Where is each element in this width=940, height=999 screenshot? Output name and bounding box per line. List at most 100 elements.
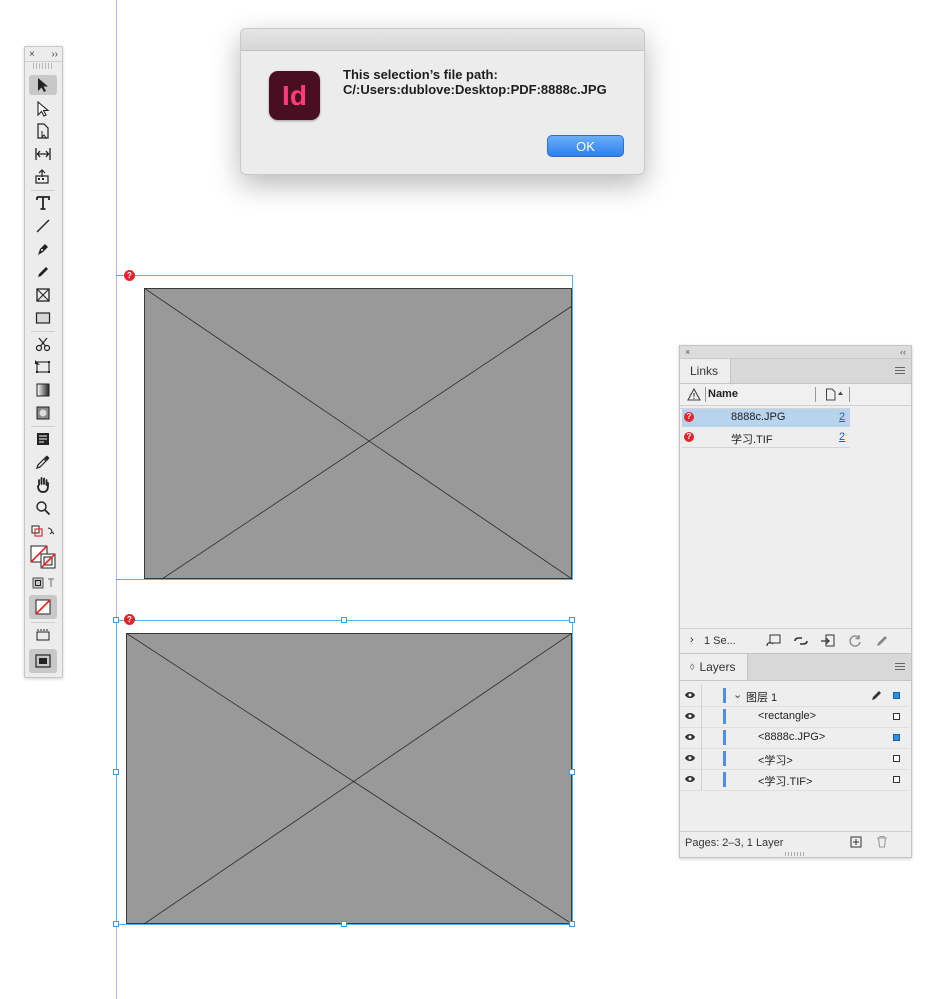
link-row[interactable]: ? 8888c.JPG 2 [682,408,850,427]
tab-layers[interactable]: ◊ Layers [680,654,749,680]
layers-footer: Pages: 2–3, 1 Layer [680,831,911,854]
resize-handle[interactable] [341,921,347,927]
resize-handle[interactable] [113,769,119,775]
hand-tool-icon[interactable] [29,475,57,495]
object-name: <8888c.JPG> [758,731,826,743]
tab-links[interactable]: Links [680,359,732,383]
visibility-eye-icon[interactable] [684,774,696,784]
link-row[interactable]: ? 学习.TIF 2 [682,428,850,448]
column-divider [815,387,816,402]
layers-list: ⌄ 图层 1 <rectangle> <8888c.JPG> <学习> <学习.… [680,681,911,831]
links-panel-menu-icon[interactable] [895,367,905,375]
file-path-alert-dialog: Id This selection’s file path: C/:Users:… [240,28,645,175]
toolbar-close-icon[interactable]: × [29,49,35,60]
ok-button[interactable]: OK [547,135,624,157]
layers-panel-menu-icon[interactable] [895,663,905,671]
layer-row[interactable]: <rectangle> [680,706,909,728]
links-column-header: Name [680,384,911,406]
frame-placeholder-cross [144,288,572,579]
layer-expand-chevron-icon[interactable]: ⌄ [733,688,742,701]
pencil-tool-icon[interactable] [29,262,57,282]
missing-link-glyph: ? [127,270,132,280]
pen-edit-icon [872,691,881,700]
layer-row[interactable]: ⌄ 图层 1 [680,685,909,707]
dialog-title-bar[interactable] [241,29,644,51]
new-layer-icon[interactable] [850,836,862,848]
free-transform-tool-icon[interactable] [29,357,57,377]
layer-selection-square[interactable] [893,713,900,720]
layer-row[interactable]: <学习.TIF> [680,769,909,791]
layers-status-text: Pages: 2–3, 1 Layer [685,837,784,849]
gap-tool-icon[interactable] [29,144,57,164]
panel-collapse-icon[interactable]: ‹‹ [900,347,906,357]
layer-selection-square[interactable] [893,776,900,783]
visibility-eye-icon[interactable] [684,711,696,721]
link-page-number[interactable]: 2 [839,431,845,443]
delete-layer-icon[interactable] [876,835,888,848]
resize-handle[interactable] [569,769,575,775]
warning-column-icon[interactable] [687,388,701,401]
gradient-feather-tool-icon[interactable] [29,403,57,423]
resize-handle[interactable] [113,921,119,927]
resize-handle[interactable] [113,617,119,623]
zoom-tool-icon[interactable] [29,498,57,518]
missing-link-icon[interactable]: ? [124,614,135,625]
app-icon-text: Id [282,79,307,111]
default-fill-stroke-icon[interactable] [29,521,57,541]
page-column-sort-icon[interactable] [825,388,849,401]
type-tool-icon[interactable] [29,193,57,213]
missing-link-icon[interactable]: ? [124,270,135,281]
column-divider [701,706,702,727]
layer-selection-square[interactable] [893,692,900,699]
upper-graphic-frame[interactable] [144,288,572,579]
resize-handle[interactable] [569,921,575,927]
fill-stroke-swatch-icon[interactable] [29,543,57,573]
rectangle-tool-icon[interactable] [29,308,57,328]
name-column-header[interactable]: Name [708,388,738,400]
rectangle-frame-tool-icon[interactable] [29,285,57,305]
update-link-icon[interactable] [848,634,862,648]
go-to-link-icon[interactable] [820,634,836,648]
view-mode-icon[interactable] [29,649,57,673]
panel-close-icon[interactable]: × [685,347,690,357]
toolbar-collapse-icon[interactable]: ›› [51,49,58,60]
expand-link-info-icon[interactable]: › [690,634,694,646]
layer-color-bar [723,751,726,766]
toolbar-grip[interactable] [33,63,54,69]
screen-mode-icon[interactable] [29,625,57,645]
links-footer: › 1 Se... [680,628,911,653]
resize-handle[interactable] [569,617,575,623]
lower-graphic-frame[interactable] [126,633,572,924]
resize-handle[interactable] [341,617,347,623]
missing-link-icon: ? [684,412,694,422]
apply-none-icon[interactable] [29,595,57,619]
layer-row[interactable]: <学习> [680,748,909,770]
relink-icon[interactable] [793,634,809,648]
toolbar-divider [31,331,55,332]
gradient-swatch-tool-icon[interactable] [29,380,57,400]
link-page-number[interactable]: 2 [839,411,845,423]
note-tool-icon[interactable] [29,429,57,449]
relink-from-cc-icon[interactable] [765,634,783,648]
line-tool-icon[interactable] [29,216,57,236]
pen-tool-icon[interactable] [29,239,57,259]
formatting-affects-icon[interactable] [29,573,57,593]
panel-resize-grip[interactable] [785,852,805,856]
scissors-tool-icon[interactable] [29,334,57,354]
missing-link-glyph: ? [127,614,132,624]
direct-selection-tool-icon[interactable] [29,99,57,119]
edit-original-icon[interactable] [875,634,889,648]
selection-tool-icon[interactable] [29,75,57,95]
content-collector-tool-icon[interactable] [29,167,57,187]
eyedropper-tool-icon[interactable] [29,452,57,472]
tools-panel: × ›› [24,46,63,678]
page-tool-icon[interactable] [29,121,57,141]
visibility-eye-icon[interactable] [684,753,696,763]
indesign-app-icon: Id [269,71,320,120]
visibility-eye-icon[interactable] [684,690,696,700]
layer-row[interactable]: <8888c.JPG> [680,727,909,749]
layer-selection-square[interactable] [893,755,900,762]
layer-color-bar [723,709,726,724]
layer-selection-square[interactable] [893,734,900,741]
visibility-eye-icon[interactable] [684,732,696,742]
